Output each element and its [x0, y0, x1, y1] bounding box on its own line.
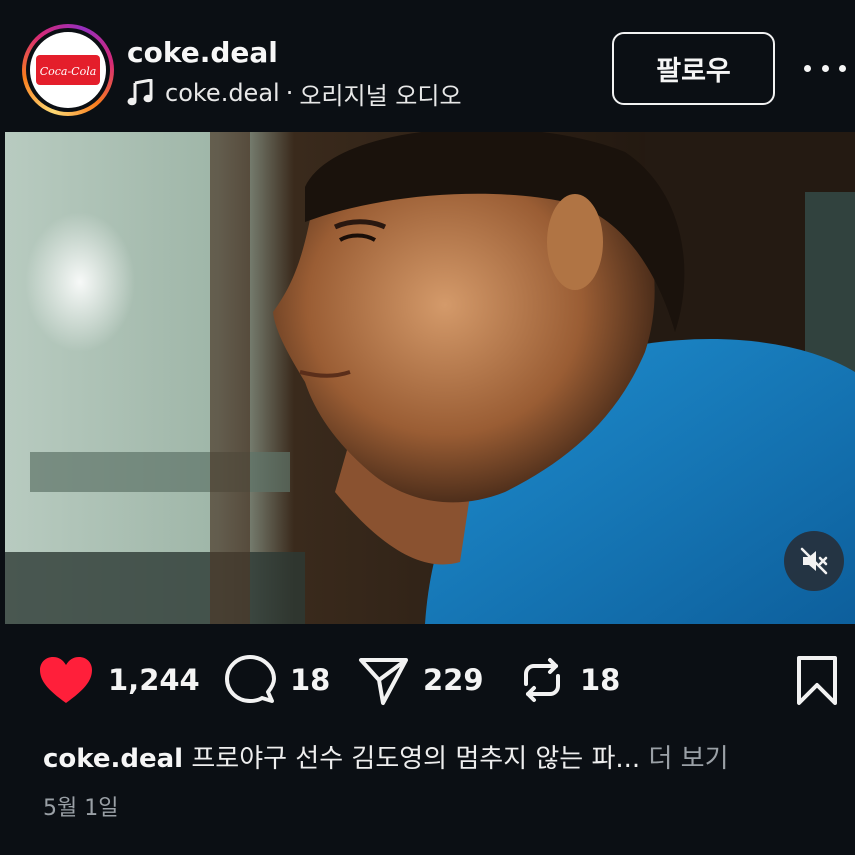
audio-link[interactable]: coke.deal · 오리지널 오디오: [127, 78, 462, 110]
follow-button[interactable]: 팔로우: [612, 32, 775, 105]
post-date: 5월 1일: [43, 796, 119, 821]
coca-cola-logo-graphic: Coca-Cola: [36, 55, 100, 85]
repost-count[interactable]: 18: [580, 663, 620, 697]
see-more-link[interactable]: 더 보기: [648, 744, 728, 774]
comment-action: 18: [224, 648, 330, 712]
post-actions: 1,244 18 229 18: [0, 648, 855, 712]
volume-muted-icon: [800, 547, 828, 575]
send-icon[interactable]: [357, 654, 409, 706]
like-count[interactable]: 1,244: [108, 663, 200, 697]
share-count[interactable]: 229: [423, 663, 484, 697]
post-caption: coke.deal 프로야구 선수 김도영의 멈추지 않는 파... 더 보기: [43, 738, 843, 774]
like-action: 1,244: [38, 648, 200, 712]
avatar[interactable]: Coca-Cola: [22, 24, 114, 116]
share-action: 229: [357, 648, 484, 712]
mute-toggle-button[interactable]: [784, 531, 844, 591]
svg-text:Coca-Cola: Coca-Cola: [40, 65, 97, 78]
more-horizontal-icon[interactable]: [804, 58, 846, 78]
post-username[interactable]: coke.deal: [127, 36, 278, 69]
avatar-border: Coca-Cola: [26, 28, 110, 112]
music-note-icon: [127, 79, 153, 107]
instagram-reel-post: Coca-Cola coke.deal coke.deal · 오리지널 오디오…: [0, 0, 855, 855]
comment-count[interactable]: 18: [290, 663, 330, 697]
repost-icon[interactable]: [518, 656, 566, 704]
post-header: Coca-Cola coke.deal coke.deal · 오리지널 오디오…: [0, 0, 855, 132]
coca-cola-logo-icon: Coca-Cola: [30, 32, 106, 108]
audio-separator: ·: [285, 79, 294, 107]
repost-action: 18: [518, 648, 620, 712]
caption-username[interactable]: coke.deal: [43, 744, 183, 774]
audio-label: 오리지널 오디오: [299, 81, 462, 110]
comment-icon[interactable]: [224, 654, 276, 706]
bookmark-icon[interactable]: [795, 655, 839, 707]
heart-filled-icon[interactable]: [38, 655, 94, 705]
audio-owner: coke.deal: [165, 79, 280, 107]
caption-text: 프로야구 선수 김도영의 멈추지 않는 파...: [191, 744, 641, 774]
reel-video[interactable]: [5, 132, 855, 624]
video-frame-image: [5, 132, 855, 624]
